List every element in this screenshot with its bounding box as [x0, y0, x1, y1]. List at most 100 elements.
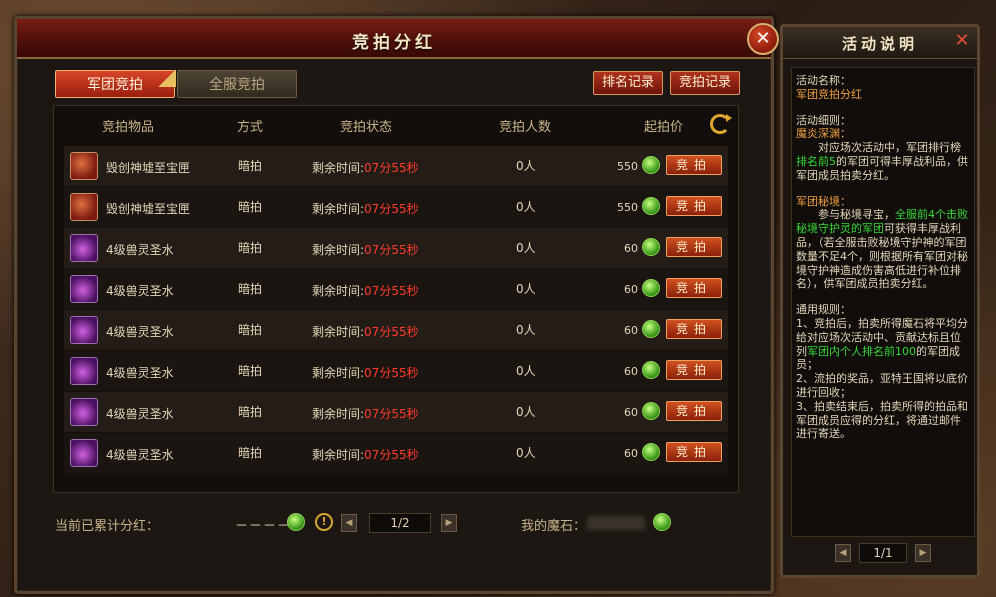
status: 剩余时间:07分55秒 — [312, 200, 419, 217]
bid-button[interactable]: 竞拍 — [666, 319, 722, 339]
chest-icon[interactable] — [70, 152, 98, 180]
status-label: 剩余时间: — [312, 202, 365, 216]
bid-button[interactable]: 竞拍 — [666, 401, 722, 421]
method: 暗拍 — [238, 200, 263, 214]
bidders-count: 0人 — [516, 364, 536, 378]
method: 暗拍 — [238, 159, 263, 173]
potion-icon[interactable] — [70, 357, 98, 385]
activity-name-section: 活动名称： 军团竞拍分红 — [796, 74, 970, 102]
bid-button[interactable]: 竞拍 — [666, 278, 722, 298]
start-price: 60 — [624, 283, 638, 296]
status-label: 剩余时间: — [312, 161, 365, 175]
time-remaining: 07分55秒 — [364, 448, 419, 462]
accumulated-dividend-value: －－－－ — [235, 519, 292, 534]
abyss-label: 魔炎深渊： — [796, 127, 851, 141]
general-rules-section: 通用规则： 1、竞拍后，拍卖所得魔石将平均分给对应场次活动中、贡献达标且位列军团… — [796, 303, 970, 441]
magic-stone-icon — [642, 402, 660, 420]
potion-icon[interactable] — [70, 316, 98, 344]
status: 剩余时间:07分55秒 — [312, 364, 419, 381]
potion-icon[interactable] — [70, 398, 98, 426]
item-name: 毁创神墟至宝匣 — [106, 161, 191, 175]
time-remaining: 07分55秒 — [364, 407, 419, 421]
method: 暗拍 — [238, 405, 263, 419]
table-row: 4级兽灵圣水 暗拍 剩余时间:07分55秒 0人 60 竞拍 — [64, 392, 728, 432]
status-label: 剩余时间: — [312, 243, 365, 257]
side-next-page-button[interactable]: ▶ — [915, 544, 931, 562]
bid-button[interactable]: 竞拍 — [666, 196, 722, 216]
activity-name-label: 活动名称： — [796, 74, 851, 87]
info-icon[interactable]: ! — [315, 513, 333, 531]
start-price: 60 — [624, 447, 638, 460]
bidders-count: 0人 — [516, 323, 536, 337]
side-close-button[interactable]: ✕ — [953, 32, 971, 50]
tab-label: 军团竞拍 — [87, 77, 143, 93]
abyss-highlight: 排名前5 — [796, 154, 836, 168]
activity-name-value: 军团竞拍分红 — [796, 87, 862, 101]
side-page-indicator: 1/1 — [859, 543, 907, 563]
status: 剩余时间:07分55秒 — [312, 405, 419, 422]
activity-description-text[interactable]: 活动名称： 军团竞拍分红 活动细则： 魔炎深渊： 对应场次活动中，军团排行榜排名… — [791, 67, 975, 537]
potion-icon[interactable] — [70, 234, 98, 262]
rule-1: 1、竞拍后，拍卖所得魔石将平均分给对应场次活动中、贡献达标且位列军团内个人排名前… — [796, 317, 970, 372]
magic-stone-icon — [642, 156, 660, 174]
method: 暗拍 — [238, 323, 263, 337]
magic-stone-icon — [642, 443, 660, 461]
item-name: 4级兽灵圣水 — [106, 448, 174, 462]
rank-record-button[interactable]: 排名记录 — [593, 71, 663, 95]
time-remaining: 07分55秒 — [364, 243, 419, 257]
secret-realm-label: 军团秘境： — [796, 194, 851, 208]
bidders-count: 0人 — [516, 200, 536, 214]
time-remaining: 07分55秒 — [364, 202, 419, 216]
bidders-count: 0人 — [516, 159, 536, 173]
magic-stone-icon — [642, 279, 660, 297]
time-remaining: 07分55秒 — [364, 366, 419, 380]
realm-text-a: 参与秘境寻宝， — [818, 208, 895, 222]
tab-server-auction[interactable]: 全服竞拍 — [177, 70, 297, 98]
bid-button[interactable]: 竞拍 — [666, 360, 722, 380]
rule-2: 2、流拍的奖品，亚特王国将以底价进行回收； — [796, 372, 968, 399]
potion-icon[interactable] — [70, 275, 98, 303]
col-item: 竞拍物品 — [102, 120, 155, 135]
table-row: 4级兽灵圣水 暗拍 剩余时间:07分55秒 0人 60 竞拍 — [64, 433, 728, 473]
next-page-button[interactable]: ▶ — [441, 514, 457, 532]
my-magic-stone-label: 我的魔石： — [521, 519, 587, 534]
secret-realm-text: 参与秘境寻宝，全服前4个击败秘境守护灵的军团可获得丰厚战利品，（若全服击败秘境守… — [796, 208, 970, 291]
bid-button[interactable]: 竞拍 — [666, 237, 722, 257]
side-header: 活动说明 ✕ — [783, 27, 977, 59]
tab-legion-auction[interactable]: 军团竞拍 — [55, 69, 176, 98]
status-label: 剩余时间: — [312, 366, 365, 380]
auction-table: 竞拍物品 方式 竞拍状态 竞拍人数 起拍价 毁创神墟至宝匣 暗拍 剩余时间:07… — [53, 105, 739, 493]
item-name: 4级兽灵圣水 — [106, 325, 174, 339]
time-remaining: 07分55秒 — [364, 325, 419, 339]
abyss-text: 对应场次活动中，军团排行榜排名前5的军团可得丰厚战利品，供军团成员拍卖分红。 — [796, 141, 970, 182]
status: 剩余时间:07分55秒 — [312, 159, 419, 176]
bid-record-button[interactable]: 竞拍记录 — [670, 71, 740, 95]
refresh-icon[interactable] — [710, 114, 732, 134]
item-name: 毁创神墟至宝匣 — [106, 202, 191, 216]
status: 剩余时间:07分55秒 — [312, 323, 419, 340]
bid-button[interactable]: 竞拍 — [666, 442, 722, 462]
potion-icon[interactable] — [70, 439, 98, 467]
start-price: 60 — [624, 365, 638, 378]
new-corner-badge — [158, 69, 176, 87]
prev-page-button[interactable]: ◀ — [341, 514, 357, 532]
method: 暗拍 — [238, 364, 263, 378]
col-method: 方式 — [237, 120, 264, 135]
start-price: 550 — [617, 160, 638, 173]
status-label: 剩余时间: — [312, 448, 365, 462]
status-label: 剩余时间: — [312, 284, 365, 298]
status-label: 剩余时间: — [312, 407, 365, 421]
magic-stone-icon — [642, 320, 660, 338]
col-status: 竞拍状态 — [340, 120, 393, 135]
chest-icon[interactable] — [70, 193, 98, 221]
time-remaining: 07分55秒 — [364, 161, 419, 175]
item-name: 4级兽灵圣水 — [106, 366, 174, 380]
bid-button[interactable]: 竞拍 — [666, 155, 722, 175]
rule-3: 3、拍卖结束后，拍卖所得的拍品和军团成员应得的分红，将通过邮件进行寄送。 — [796, 399, 968, 441]
bidders-count: 0人 — [516, 282, 536, 296]
status: 剩余时间:07分55秒 — [312, 446, 419, 463]
close-button[interactable]: ✕ — [747, 23, 779, 55]
method: 暗拍 — [238, 446, 263, 460]
side-prev-page-button[interactable]: ◀ — [835, 544, 851, 562]
panel-header: 竞拍分红 ✕ — [17, 19, 779, 59]
